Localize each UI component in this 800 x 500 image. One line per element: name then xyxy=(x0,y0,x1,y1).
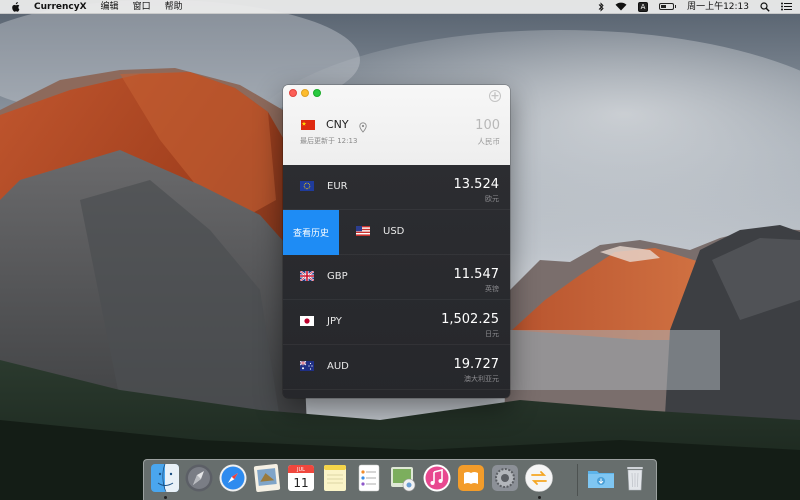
currencyx-window: + CNY 最后更新于 12:13 100 人民币 EUR 13.524 欧元 … xyxy=(283,85,510,398)
currency-amount: 1,502.25 xyxy=(441,312,499,327)
notification-center-icon[interactable] xyxy=(781,2,792,11)
bluetooth-icon[interactable] xyxy=(598,1,604,12)
menu-window[interactable]: 窗口 xyxy=(133,0,151,14)
currency-code: USD xyxy=(383,226,405,237)
currency-name: 英镑 xyxy=(485,285,499,293)
apple-menu-icon[interactable] xyxy=(11,1,20,12)
last-updated-text: 最后更新于 12:13 xyxy=(300,137,358,145)
add-currency-button[interactable]: + xyxy=(489,90,501,102)
uk-flag-icon xyxy=(300,271,314,281)
mail-icon[interactable] xyxy=(252,463,282,493)
input-source-icon[interactable]: A xyxy=(638,1,649,12)
currency-amount: 13.524 xyxy=(453,177,500,192)
currency-name: 澳大利亚元 xyxy=(464,375,499,383)
currency-code: GBP xyxy=(327,271,348,282)
currency-code: JPY xyxy=(327,316,342,327)
menu-bar: CurrencyX 编辑 窗口 帮助 A 周一上午12:13 xyxy=(0,0,800,14)
japan-flag-icon xyxy=(300,316,314,326)
currency-row-aud[interactable]: AUD 19.727 澳大利亚元 xyxy=(283,345,510,390)
zoom-button[interactable] xyxy=(313,89,321,97)
ibooks-icon[interactable] xyxy=(456,463,486,493)
currency-name: 欧元 xyxy=(485,195,499,203)
menu-help[interactable]: 帮助 xyxy=(165,0,183,14)
minimize-button[interactable] xyxy=(301,89,309,97)
currency-row-eur[interactable]: EUR 13.524 欧元 xyxy=(283,165,510,210)
base-currency-code[interactable]: CNY xyxy=(326,118,349,131)
base-currency-name: 人民币 xyxy=(477,137,501,146)
search-icon[interactable] xyxy=(760,1,770,12)
clock[interactable]: 周一上午12:13 xyxy=(687,0,749,14)
finder-icon[interactable] xyxy=(150,463,180,499)
base-amount-input[interactable]: 100 xyxy=(475,118,500,133)
safari-icon[interactable] xyxy=(218,463,248,493)
menu-edit[interactable]: 编辑 xyxy=(101,0,119,14)
launchpad-icon[interactable] xyxy=(184,463,214,493)
currency-row-usd[interactable]: 查看历史 USD xyxy=(283,210,510,255)
currency-amount: 11.547 xyxy=(453,267,500,282)
us-flag-icon xyxy=(356,226,370,236)
location-pin-icon[interactable] xyxy=(359,118,367,137)
close-button[interactable] xyxy=(289,89,297,97)
currency-name: 日元 xyxy=(485,330,499,338)
downloads-folder-icon[interactable] xyxy=(586,463,616,493)
dock: JUL 11 xyxy=(143,459,657,500)
base-currency-header: + CNY 最后更新于 12:13 100 人民币 xyxy=(283,85,510,165)
calendar-month: JUL xyxy=(296,467,305,473)
app-menu[interactable]: CurrencyX xyxy=(34,0,87,14)
currencyx-icon[interactable] xyxy=(524,463,554,499)
battery-icon[interactable] xyxy=(659,3,677,10)
currency-code: AUD xyxy=(327,361,349,372)
calendar-day: 11 xyxy=(293,476,308,490)
dock-separator xyxy=(577,464,578,496)
currency-list: EUR 13.524 欧元 查看历史 USD GBP 11.547 英镑 JPY… xyxy=(283,165,510,398)
photos-icon[interactable] xyxy=(388,463,418,493)
itunes-icon[interactable] xyxy=(422,463,452,493)
notes-icon[interactable] xyxy=(320,463,350,493)
wifi-icon[interactable] xyxy=(615,2,627,11)
calendar-icon[interactable]: JUL 11 xyxy=(286,463,316,493)
system-preferences-icon[interactable] xyxy=(490,463,520,493)
reminders-icon[interactable] xyxy=(354,463,384,493)
currency-amount: 19.727 xyxy=(453,357,500,372)
currency-row-gbp[interactable]: GBP 11.547 英镑 xyxy=(283,255,510,300)
eu-flag-icon xyxy=(300,181,314,191)
currency-row-jpy[interactable]: JPY 1,502.25 日元 xyxy=(283,300,510,345)
currency-code: EUR xyxy=(327,181,348,192)
input-source-label: A xyxy=(638,1,649,12)
trash-icon[interactable] xyxy=(620,463,650,493)
china-flag-icon xyxy=(301,120,315,130)
view-history-button[interactable]: 查看历史 xyxy=(283,210,339,255)
australia-flag-icon xyxy=(300,361,314,371)
